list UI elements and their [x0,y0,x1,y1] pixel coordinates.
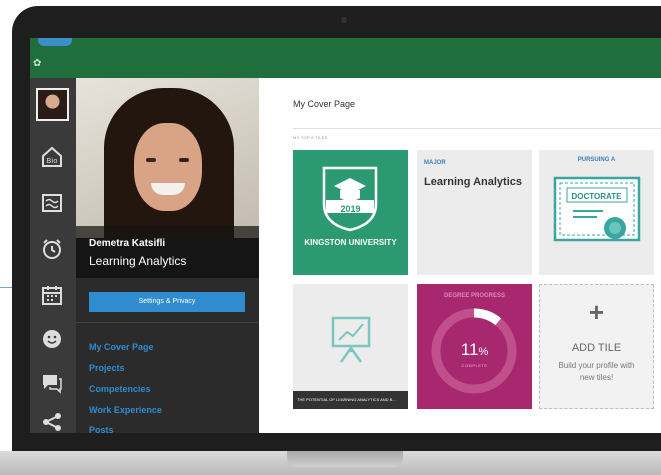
progress-percent: 11% [417,340,532,360]
profile-major: Learning Analytics [89,254,187,268]
add-tile-title: ADD TILE [571,342,622,354]
certificate-icon [553,176,641,242]
university-year: 2019 [340,204,361,214]
nav-link-posts[interactable]: Posts [89,425,114,433]
photo-eye [146,158,156,162]
laptop-notch [287,451,403,467]
chat-icon[interactable] [39,371,65,397]
photo-eye [179,158,189,162]
stage: ✿ Bio Demetra Katsifli Learning Analytic… [0,0,661,475]
profile-name: Demetra Katsifli [89,238,166,249]
major-value: Learning Analytics [424,176,523,188]
name-band [76,226,259,278]
add-tile-line2: new tiles! [579,373,614,382]
calendar-icon[interactable] [39,283,65,309]
add-tile-subtitle: Build your profile with new tiles! [540,360,653,384]
leaf-icon: ✿ [33,58,42,69]
section-label: MY TOP 6 TILES [293,135,328,140]
avatar[interactable] [36,88,69,121]
progress-percent-value: 11 [460,340,479,359]
tile-add[interactable]: + ADD TILE Build your profile with new ti… [539,284,654,409]
profile-panel: Demetra Katsifli Learning Analytics Sett… [76,78,259,433]
top-tab[interactable] [38,38,72,46]
main-content: My Cover Page MY TOP 6 TILES 2019 KINGST… [259,78,661,433]
svg-text:Bio: Bio [46,157,57,165]
nav-link-work-experience[interactable]: Work Experience [89,405,162,415]
project-caption: THE POTENTIAL OF LEARNING ANALYTICS AND … [293,391,408,409]
progress-label: DEGREE PROGRESS [443,293,505,299]
tile-project[interactable]: THE POTENTIAL OF LEARNING ANALYTICS AND … [293,284,408,409]
nav-link-projects[interactable]: Projects [89,363,125,373]
settings-privacy-button[interactable]: Settings & Privacy [89,292,245,312]
wave-icon[interactable] [39,191,65,217]
progress-percent-sign: % [478,346,489,358]
presentation-easel-icon [331,316,371,363]
nav-link-cover-page[interactable]: My Cover Page [89,342,154,352]
camera-dot [341,17,347,23]
progress-status: COMPLETE [461,363,488,368]
tile-major[interactable]: MAJOR Learning Analytics [417,150,532,275]
major-label: MAJOR [424,160,446,166]
photo-face [134,123,202,211]
add-tile-line1: Build your profile with [558,361,635,370]
smiley-icon[interactable] [39,327,65,353]
plus-icon: + [588,297,605,327]
page-title: My Cover Page [293,99,356,109]
nav-link-competencies[interactable]: Competencies [89,384,151,394]
tile-degree-progress[interactable]: DEGREE PROGRESS 11% COMPLETE [417,284,532,409]
alarm-clock-icon[interactable] [39,237,65,263]
top-bar: ✿ [30,38,661,78]
bio-icon[interactable]: Bio [39,145,65,171]
tile-university[interactable]: 2019 KINGSTON UNIVERSITY [293,150,408,275]
icon-rail: Bio [30,78,76,433]
degree-text: DOCTORATE [571,192,622,201]
app-screen: ✿ Bio Demetra Katsifli Learning Analytic… [30,38,661,433]
share-icon[interactable] [39,410,65,433]
tile-pursuing[interactable]: PURSUING A DOCTORATE [539,150,654,275]
university-name: KINGSTON UNIVERSITY [304,238,397,247]
university-crest-icon [322,166,378,232]
panel-divider [76,322,259,323]
pursuing-label: PURSUING A [577,157,616,163]
title-rule [293,128,661,129]
